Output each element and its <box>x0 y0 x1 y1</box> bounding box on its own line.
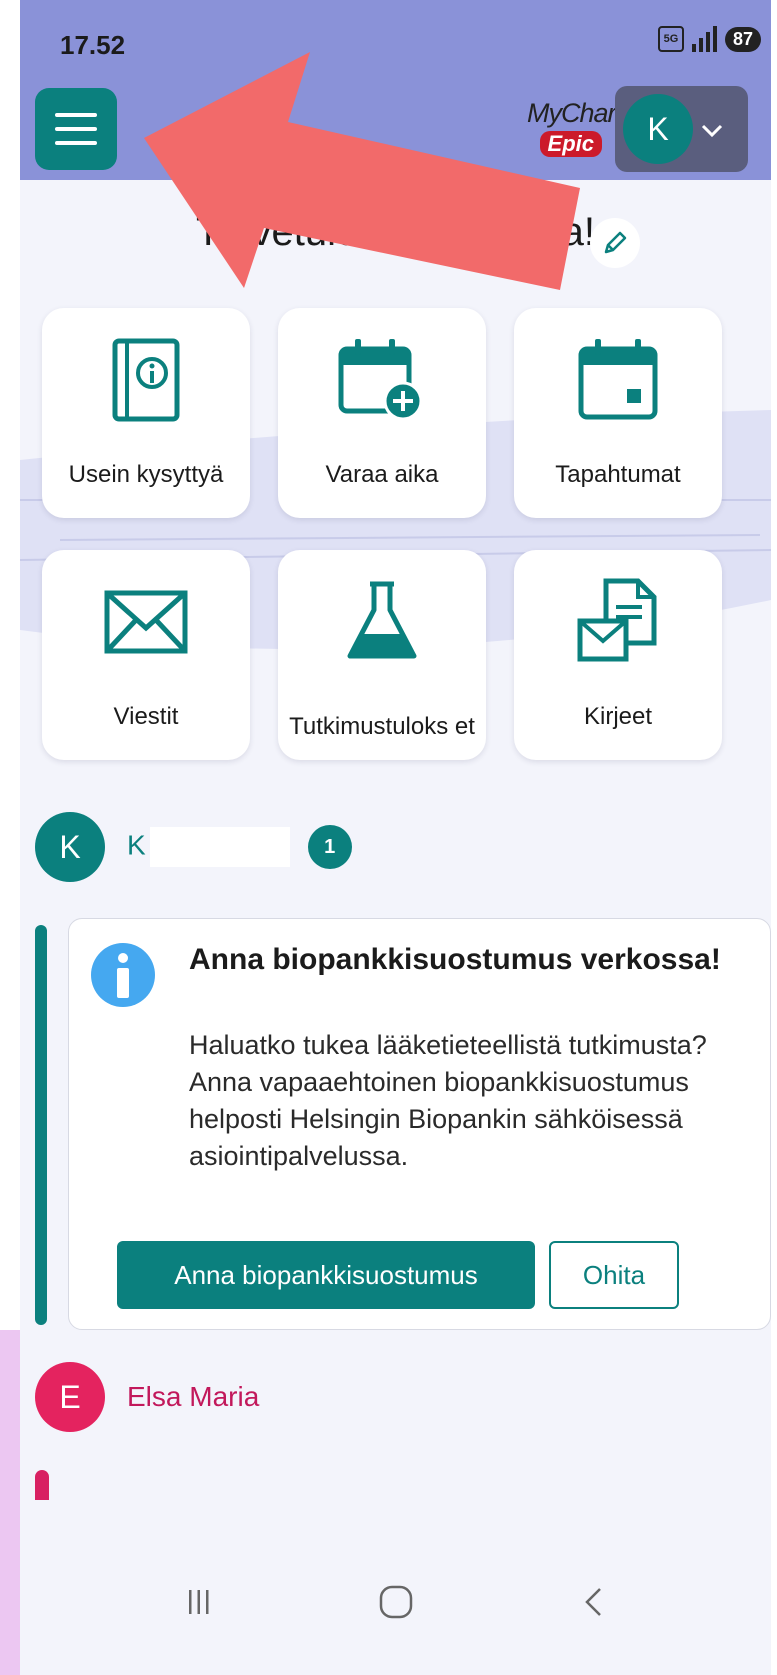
tile-label: Varaa aika <box>325 461 439 488</box>
patient-header-k[interactable]: K K 1 <box>35 812 352 882</box>
chevron-down-icon <box>701 114 723 145</box>
redacted-area <box>149 827 290 867</box>
signal-icon <box>691 26 717 52</box>
system-navigation-bar <box>20 1528 771 1675</box>
annotation-arrow-icon <box>144 52 580 290</box>
skip-button[interactable]: Ohita <box>549 1241 679 1309</box>
patient-avatar: E <box>35 1362 105 1432</box>
tile-faq[interactable]: Usein kysyttyä <box>42 308 250 518</box>
tile-book-appointment[interactable]: Varaa aika <box>278 308 486 518</box>
right-edge-decoration <box>771 0 777 1675</box>
patient-name-text: K <box>127 829 146 861</box>
card-accent-bar <box>35 925 47 1325</box>
pencil-icon <box>604 231 627 254</box>
back-icon[interactable] <box>553 1572 633 1632</box>
hamburger-menu-icon <box>55 113 97 117</box>
tile-test-results[interactable]: Tutkimustuloks et <box>278 550 486 760</box>
faq-book-icon <box>111 332 181 428</box>
account-avatar: K <box>623 94 693 164</box>
patient-avatar: K <box>35 812 105 882</box>
patient-header-elsa[interactable]: E Elsa Maria <box>35 1362 259 1432</box>
tile-events[interactable]: Tapahtumat <box>514 308 722 518</box>
card-title: Anna biopankkisuostumus verkossa! <box>189 943 721 976</box>
status-time: 17.52 <box>60 30 126 60</box>
calendar-icon <box>577 332 659 428</box>
hamburger-line <box>55 141 97 145</box>
home-icon[interactable] <box>356 1572 436 1632</box>
menu-button[interactable] <box>35 88 117 170</box>
tile-label: Tutkimustuloks et <box>289 713 475 740</box>
left-edge-decoration <box>0 0 20 1675</box>
letters-icon <box>576 574 660 670</box>
account-switcher-button[interactable]: K <box>615 86 748 172</box>
hamburger-line <box>55 127 97 131</box>
patient-name: Elsa Maria <box>127 1381 260 1412</box>
card-body: Haluatko tukea lääketieteellistä tutkimu… <box>189 1030 707 1171</box>
tile-label: Viestit <box>113 703 179 730</box>
give-consent-button[interactable]: Anna biopankkisuostumus <box>117 1241 535 1309</box>
calendar-add-icon <box>337 332 427 428</box>
flask-icon <box>344 574 420 670</box>
card-accent-bar-partial <box>35 1470 49 1500</box>
envelope-icon <box>104 574 188 670</box>
biobank-consent-card: Anna biopankkisuostumus verkossa! Haluat… <box>68 918 771 1330</box>
tile-label: Tapahtumat <box>555 461 681 488</box>
network-5g-icon: 5G <box>657 26 684 52</box>
battery-icon: 87 <box>724 26 761 52</box>
notification-count-badge: 1 <box>307 825 352 869</box>
phone-screen: 17.52 5G 87 MyChart Epic K a! Usein kysy… <box>20 0 771 1675</box>
recent-apps-icon[interactable] <box>159 1572 239 1632</box>
tile-label: Kirjeet <box>583 703 653 730</box>
edit-nickname-button[interactable] <box>590 218 640 268</box>
tile-messages[interactable]: Viestit <box>42 550 250 760</box>
info-icon <box>91 943 155 1007</box>
status-icons: 5G 87 <box>657 26 761 52</box>
tile-label: Usein kysyttyä <box>68 461 224 488</box>
tile-letters[interactable]: Kirjeet <box>514 550 722 760</box>
patient-name: K <box>127 827 290 867</box>
